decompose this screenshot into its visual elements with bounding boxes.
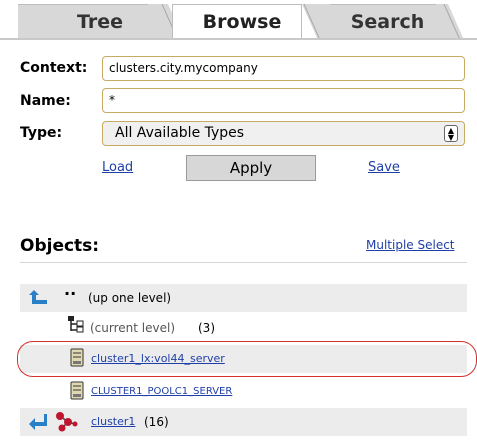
objects-divider [20, 262, 467, 263]
highlight-ring [17, 341, 477, 377]
cluster-icon [56, 412, 78, 432]
current-level-count: (3) [198, 321, 215, 335]
tab-divider-icon [302, 4, 332, 40]
chevron-updown-icon: ▲ ▼ [444, 125, 458, 142]
context-field[interactable]: clusters.city.mycompany [102, 56, 465, 81]
multiple-select-link[interactable]: Multiple Select [366, 238, 455, 252]
tree-structure-icon [68, 316, 84, 333]
type-select-value: All Available Types [115, 125, 245, 141]
objects-title: Objects: [20, 236, 100, 256]
save-link[interactable]: Save [368, 160, 400, 175]
tab-divider-icon [436, 4, 464, 40]
cluster1-count: (16) [144, 415, 169, 429]
up-one-level-text: (up one level) [88, 291, 172, 305]
current-level-text: (current level) [90, 321, 176, 335]
list-item-current-level: (current level) (3) [20, 314, 467, 342]
name-field[interactable]: * [102, 88, 465, 113]
type-select[interactable]: All Available Types ▲ ▼ [102, 121, 465, 146]
down-left-arrow-icon[interactable] [28, 413, 48, 431]
type-label: Type: [20, 125, 63, 141]
poolc1-server-link[interactable]: CLUSTER1_POOLC1_SERVER [91, 378, 232, 406]
tab-tree[interactable]: Tree [60, 4, 140, 40]
list-item-poolc1-server[interactable]: CLUSTER1_POOLC1_SERVER [20, 378, 467, 406]
name-label: Name: [20, 93, 71, 109]
server-icon [70, 381, 84, 400]
load-link[interactable]: Load [102, 160, 133, 175]
up-arrow-icon[interactable] [28, 290, 48, 306]
cluster1-link[interactable]: cluster1 [91, 408, 135, 436]
apply-button[interactable]: Apply [186, 155, 316, 181]
context-label: Context: [20, 60, 88, 76]
list-item-up-one-level[interactable]: ·· (up one level) [20, 284, 467, 312]
tab-underline [0, 38, 477, 40]
up-dots: ·· [64, 284, 77, 303]
tab-browse[interactable]: Browse [192, 4, 292, 40]
list-item-cluster1[interactable]: cluster1 (16) [20, 408, 467, 436]
tab-bar: Tree Browse Search [0, 0, 477, 40]
tab-search[interactable]: Search [340, 4, 435, 40]
